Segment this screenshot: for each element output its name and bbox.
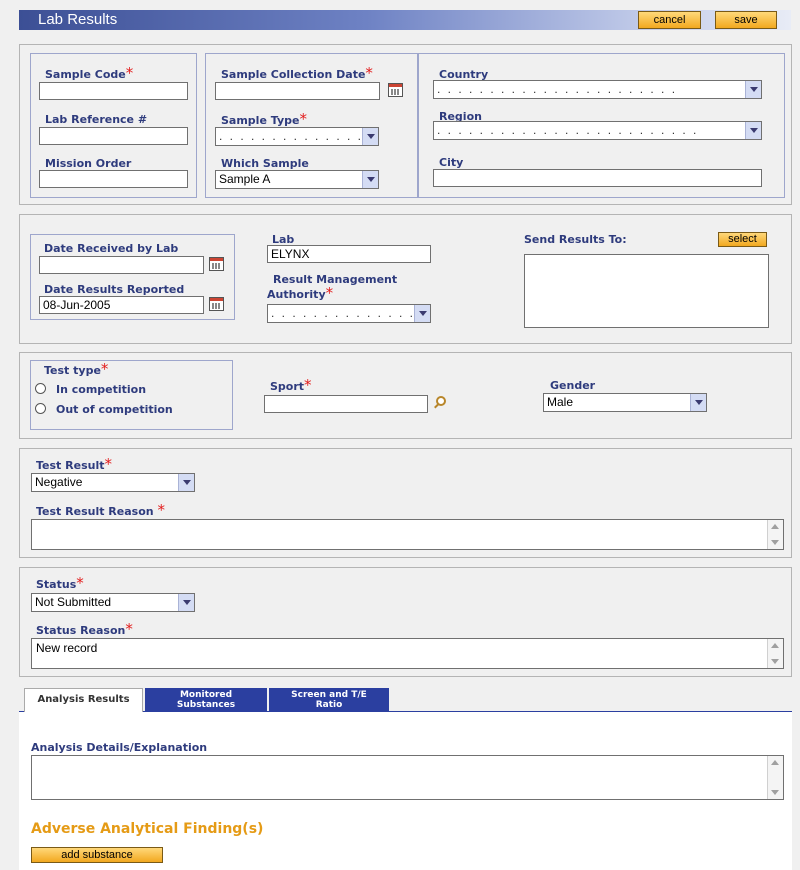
select-button[interactable]: select [718, 232, 767, 247]
chevron-down-icon [362, 171, 378, 188]
save-button[interactable]: save [715, 11, 777, 29]
rma-label-line2: Authority* [267, 284, 334, 302]
lab-reference-input[interactable] [39, 127, 188, 145]
send-results-label: Send Results To: [524, 233, 627, 246]
analysis-details-textarea[interactable] [31, 755, 784, 800]
date-received-input[interactable] [39, 256, 204, 274]
status-label: Status* [36, 574, 84, 592]
chevron-down-icon [178, 474, 194, 491]
chevron-down-icon [745, 81, 761, 98]
city-label: City [439, 156, 464, 169]
search-icon[interactable] [436, 396, 446, 406]
test-result-reason-textarea[interactable] [31, 519, 784, 550]
aaf-heading: Adverse Analytical Finding(s) [31, 821, 264, 837]
title-bar: Lab Results cancel save [0, 0, 800, 36]
out-of-competition-label: Out of competition [56, 403, 173, 416]
country-select[interactable]: . . . . . . . . . . . . . . . . . . . . … [433, 80, 762, 99]
sample-code-input[interactable] [39, 82, 188, 100]
chevron-down-icon [178, 594, 194, 611]
chevron-down-icon [362, 128, 378, 145]
region-select[interactable]: . . . . . . . . . . . . . . . . . . . . … [433, 121, 762, 140]
analysis-details-label: Analysis Details/Explanation [31, 741, 208, 754]
gender-select[interactable]: Male [543, 393, 707, 412]
lab-input[interactable]: ELYNX [267, 245, 431, 263]
status-select[interactable]: Not Submitted [31, 593, 195, 612]
out-of-competition-radio[interactable] [35, 403, 46, 414]
in-competition-radio[interactable] [35, 383, 46, 394]
tab-screen-te-ratio[interactable]: Screen and T/E Ratio [269, 688, 389, 712]
tab-monitored-substances[interactable]: Monitored Substances [145, 688, 267, 712]
sport-input[interactable] [264, 395, 428, 413]
collection-date-input[interactable] [215, 82, 380, 100]
scrollbar[interactable] [767, 756, 783, 799]
gender-label: Gender [550, 379, 596, 392]
add-substance-button[interactable]: add substance [31, 847, 163, 863]
date-received-label: Date Received by Lab [44, 242, 179, 255]
cancel-button[interactable]: cancel [638, 11, 701, 29]
mission-order-label: Mission Order [45, 157, 132, 170]
mission-order-input[interactable] [39, 170, 188, 188]
test-result-select[interactable]: Negative [31, 473, 195, 492]
chevron-down-icon [414, 305, 430, 322]
send-results-list[interactable] [524, 254, 769, 328]
rma-select[interactable]: . . . . . . . . . . . . . . . [267, 304, 431, 323]
which-sample-label: Which Sample [221, 157, 309, 170]
calendar-icon[interactable] [388, 83, 403, 97]
lab-results-form: Lab Results cancel save Sample Code* Lab… [0, 0, 800, 870]
calendar-icon[interactable] [209, 257, 224, 271]
status-reason-textarea[interactable]: New record [31, 638, 784, 669]
lab-reference-label: Lab Reference # [45, 113, 148, 126]
status-reason-label: Status Reason* [36, 620, 133, 638]
sample-type-select[interactable]: . . . . . . . . . . . . . . . [215, 127, 379, 146]
sport-label: Sport* [270, 376, 312, 394]
collection-date-label: Sample Collection Date* [221, 64, 373, 82]
scrollbar[interactable] [767, 520, 783, 549]
sample-code-label: Sample Code* [45, 64, 134, 82]
date-reported-input[interactable]: 08-Jun-2005 [39, 296, 204, 314]
test-type-label: Test type* [44, 360, 109, 378]
date-reported-label: Date Results Reported [44, 283, 185, 296]
test-result-label: Test Result* [36, 455, 112, 473]
window-title: Lab Results [38, 11, 118, 28]
scrollbar[interactable] [767, 639, 783, 668]
chevron-down-icon [690, 394, 706, 411]
city-input[interactable] [433, 169, 762, 187]
sample-type-label: Sample Type* [221, 110, 307, 128]
which-sample-select[interactable]: Sample A [215, 170, 379, 189]
chevron-down-icon [745, 122, 761, 139]
test-result-reason-label: Test Result Reason * [36, 501, 165, 519]
tab-analysis-results[interactable]: Analysis Results [24, 688, 143, 712]
rma-label-line1: Result Management [273, 273, 398, 286]
calendar-icon[interactable] [209, 297, 224, 311]
in-competition-label: In competition [56, 383, 147, 396]
